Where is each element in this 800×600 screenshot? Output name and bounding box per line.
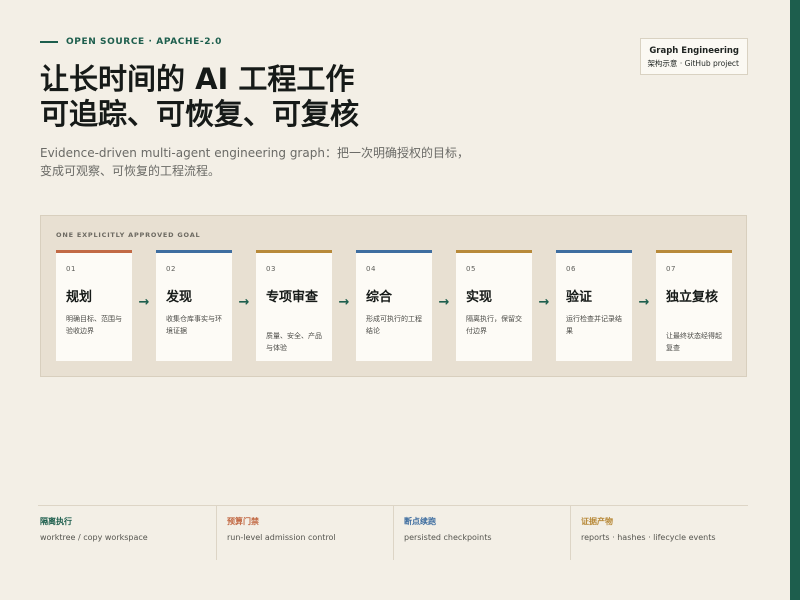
- arrow-right-icon: →: [638, 295, 650, 310]
- feature-description: worktree / copy workspace: [40, 533, 148, 542]
- workflow-panel-label: ONE EXPLICITLY APPROVED GOAL: [56, 231, 201, 239]
- step-title: 专项审查: [266, 290, 319, 305]
- feature-description: run-level admission control: [227, 533, 336, 542]
- page-title: 让长时间的 AI 工程工作 可追踪、可恢复、可复核: [40, 62, 359, 132]
- step-description: 运行检查并记录结果: [566, 315, 622, 335]
- workflow-step-synthesize: 04 综合 形成可执行的工程结论: [356, 250, 432, 361]
- step-number: 05: [466, 265, 476, 273]
- workflow-step-verify: 06 验证 运行检查并记录结果: [556, 250, 632, 361]
- step-title: 验证: [566, 290, 593, 305]
- step-title: 综合: [366, 290, 393, 305]
- step-description: 让最终状态经得起复查: [666, 332, 722, 352]
- step-description: 隔离执行，保留交付边界: [466, 315, 522, 335]
- step-description: 收集仓库事实与环境证据: [166, 315, 222, 335]
- workflow-step-plan: 01 规划 明确目标、范围与验收边界: [56, 250, 132, 361]
- feature-title: 预算门禁: [227, 517, 259, 526]
- step-title: 实现: [466, 290, 493, 305]
- page-title-line-1: 让长时间的 AI 工程工作: [40, 62, 355, 96]
- step-number: 07: [666, 265, 676, 273]
- feature-evidence-artifacts: 证据产物 reports · hashes · lifecycle events: [570, 506, 747, 560]
- feature-description: persisted checkpoints: [404, 533, 492, 542]
- step-number: 03: [266, 265, 276, 273]
- workflow-step-discover: 02 发现 收集仓库事实与环境证据: [156, 250, 232, 361]
- step-number: 06: [566, 265, 576, 273]
- eyebrow: OPEN SOURCE · APACHE-2.0: [40, 37, 222, 47]
- feature-title: 断点续跑: [404, 517, 436, 526]
- feature-isolated-execution: 隔离执行 worktree / copy workspace: [40, 506, 217, 560]
- step-title: 规划: [66, 290, 93, 305]
- arrow-right-icon: →: [538, 295, 550, 310]
- step-description: 质量、安全、产品与体验: [266, 332, 322, 352]
- feature-checkpoint-resume: 断点续跑 persisted checkpoints: [393, 506, 570, 560]
- step-description: 形成可执行的工程结论: [366, 315, 422, 335]
- workflow-step-implement: 05 实现 隔离执行，保留交付边界: [456, 250, 532, 361]
- workflow-step-independent-review: 07 独立复核 让最终状态经得起复查: [656, 250, 732, 361]
- eyebrow-rule: [40, 41, 58, 43]
- arrow-right-icon: →: [238, 295, 250, 310]
- step-number: 04: [366, 265, 376, 273]
- project-badge: Graph Engineering 架构示意 · GitHub project: [640, 38, 748, 75]
- page-subtitle: Evidence-driven multi-agent engineering …: [40, 146, 469, 178]
- workflow-panel: ONE EXPLICITLY APPROVED GOAL 01 规划 明确目标、…: [40, 215, 747, 377]
- badge-subtitle: 架构示意 · GitHub project: [647, 59, 739, 68]
- eyebrow-label: OPEN SOURCE · APACHE-2.0: [66, 37, 222, 47]
- page-title-line-2: 可追踪、可恢复、可复核: [40, 97, 360, 131]
- feature-title: 隔离执行: [40, 517, 72, 526]
- feature-budget-gate: 预算门禁 run-level admission control: [216, 506, 393, 560]
- feature-title: 证据产物: [581, 517, 613, 526]
- right-accent-stripe: [790, 0, 800, 600]
- feature-description: reports · hashes · lifecycle events: [581, 533, 716, 542]
- step-number: 01: [66, 265, 76, 273]
- arrow-right-icon: →: [438, 295, 450, 310]
- arrow-right-icon: →: [338, 295, 350, 310]
- workflow-step-review: 03 专项审查 质量、安全、产品与体验: [256, 250, 332, 361]
- step-title: 发现: [166, 290, 193, 305]
- step-number: 02: [166, 265, 176, 273]
- step-description: 明确目标、范围与验收边界: [66, 315, 122, 335]
- badge-title: Graph Engineering: [649, 46, 739, 56]
- arrow-right-icon: →: [138, 295, 150, 310]
- step-title: 独立复核: [666, 290, 719, 305]
